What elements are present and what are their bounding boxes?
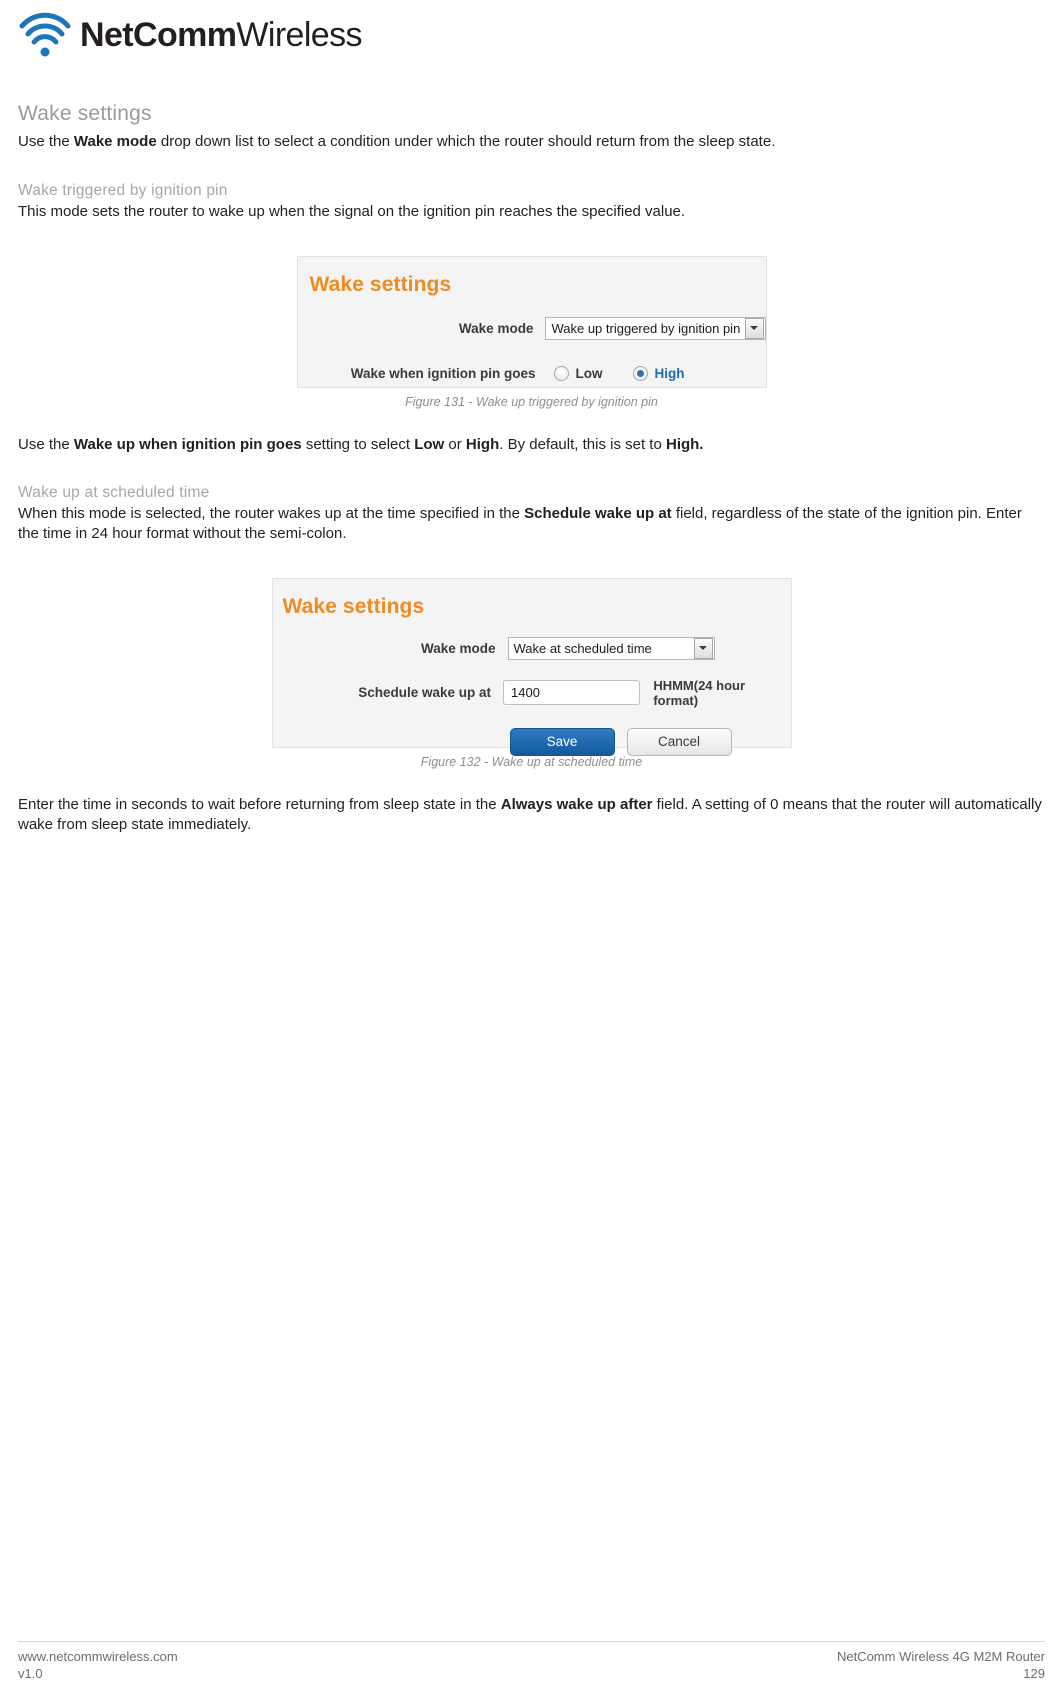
subsection-title-ignition: Wake triggered by ignition pin — [18, 181, 228, 199]
footer-website[interactable]: www.netcommwireless.com — [18, 1648, 178, 1666]
p2-pre: Use the — [18, 435, 74, 453]
p2-mid1: setting to select — [301, 435, 415, 453]
footer-product: NetComm Wireless 4G M2M Router — [836, 1648, 1045, 1664]
cancel-button[interactable]: Cancel — [626, 727, 732, 756]
radio-high-label: High — [654, 365, 685, 381]
radio-high-icon[interactable] — [632, 365, 648, 381]
button-row: Save Cancel — [509, 727, 791, 756]
wifi-signal-icon — [18, 12, 72, 58]
p4-pre: Enter the time in seconds to wait before… — [18, 795, 501, 813]
wake-mode-select-value-2: Wake at scheduled time — [513, 640, 652, 656]
p2-b3: High — [465, 435, 500, 453]
ignition-pin-row: Wake when ignition pin goes Low High — [310, 365, 766, 381]
schedule-input-value: 1400 — [511, 685, 540, 701]
panel-title-2: Wake settings — [282, 594, 425, 618]
wake-settings-panel-1: Wake settings Wake mode Wake up triggere… — [296, 255, 767, 388]
paragraph-always-wake: Enter the time in seconds to wait before… — [18, 795, 1045, 835]
footer-page-number: 129 — [1023, 1666, 1045, 1682]
intro-paragraph: Use the Wake mode drop down list to sele… — [18, 132, 1045, 152]
brand-logo: NetCommWireless — [18, 12, 363, 58]
wake-settings-panel-2: Wake settings Wake mode Wake at schedule… — [271, 577, 792, 756]
p2-mid3: . By default, this is set to — [499, 435, 666, 453]
figure-131: Wake settings Wake mode Wake up triggere… — [18, 255, 1045, 409]
subsection-title-scheduled: Wake up at scheduled time — [18, 484, 210, 502]
page-footer: www.netcommwireless.com NetComm Wireless… — [18, 1640, 1045, 1683]
chevron-down-icon[interactable] — [744, 317, 764, 339]
radio-low-icon[interactable] — [553, 365, 569, 381]
p2-mid2: or — [444, 435, 466, 453]
intro-text-pre: Use the — [18, 133, 74, 150]
p4-bold: Always wake up after — [500, 795, 653, 813]
schedule-row: Schedule wake up at 1400 HHMM(24 hour fo… — [283, 678, 791, 708]
schedule-label: Schedule wake up at — [358, 685, 492, 701]
page-header: NetCommWireless — [18, 0, 1045, 64]
wake-mode-select-1[interactable]: Wake up triggered by ignition pin — [545, 316, 766, 340]
p3-bold: Schedule wake up at — [524, 505, 672, 523]
schedule-format-hint: HHMM(24 hour format) — [653, 677, 746, 708]
intro-text-bold: Wake mode — [73, 133, 157, 150]
schedule-input[interactable]: 1400 — [503, 680, 641, 706]
ignition-paragraph: This mode sets the router to wake up whe… — [18, 202, 686, 220]
intro-text-post: drop down list to select a condition und… — [156, 133, 776, 150]
figure-132-caption: Figure 132 - Wake up at scheduled time — [420, 754, 643, 769]
p2-b2: Low — [414, 435, 445, 453]
radio-low-label: Low — [575, 365, 603, 381]
wake-mode-label-1: Wake mode — [458, 320, 534, 336]
paragraph-pin-setting: Use the Wake up when ignition pin goes s… — [18, 435, 1045, 455]
save-button[interactable]: Save — [509, 727, 615, 756]
brand-name-light: Wireless — [236, 16, 362, 54]
wake-mode-label-2: Wake mode — [420, 640, 496, 656]
ignition-pin-label: Wake when ignition pin goes — [350, 365, 536, 381]
p3-pre: When this mode is selected, the router w… — [18, 505, 525, 523]
brand-wordmark: NetCommWireless — [80, 16, 363, 54]
panel-title-1: Wake settings — [309, 272, 452, 296]
figure-132: Wake settings Wake mode Wake at schedule… — [18, 577, 1045, 769]
radio-option-low[interactable]: Low — [553, 365, 603, 381]
p2-b1: Wake up when ignition pin goes — [73, 435, 302, 453]
ignition-pin-radio-group: Low High — [553, 365, 685, 381]
wake-mode-select-2[interactable]: Wake at scheduled time — [507, 636, 715, 660]
p2-b4: High. — [665, 435, 704, 453]
figure-131-caption: Figure 131 - Wake up triggered by igniti… — [405, 394, 658, 409]
brand-name-bold: NetComm — [80, 16, 237, 54]
document-page: NetCommWireless Wake settings Use the Wa… — [0, 0, 1063, 1697]
wake-mode-row-2: Wake mode Wake at scheduled time — [283, 636, 791, 660]
wake-mode-row-1: Wake mode Wake up triggered by ignition … — [310, 316, 766, 340]
radio-option-high[interactable]: High — [632, 365, 685, 381]
page-title: Wake settings — [18, 102, 152, 125]
scheduled-paragraph: When this mode is selected, the router w… — [18, 504, 1045, 544]
chevron-down-icon[interactable] — [693, 637, 713, 659]
footer-version: v1.0 — [18, 1666, 43, 1682]
wake-mode-select-value-1: Wake up triggered by ignition pin — [551, 320, 741, 336]
